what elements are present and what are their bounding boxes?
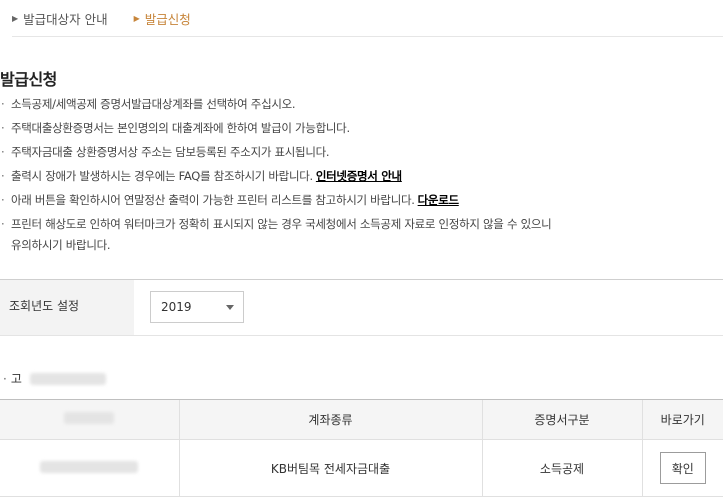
redacted-owner-name — [29, 372, 106, 385]
internet-cert-guide-link[interactable]: 인터넷증명서 안내 — [316, 169, 402, 183]
year-setting-row: 조회년도 설정 2019 — [0, 279, 723, 336]
notice-item: 주택자금대출 상환증명서상 주소는 담보등록된 주소지가 표시됩니다. — [0, 140, 723, 164]
column-header-shortcut: 바로가기 — [641, 399, 723, 440]
column-header-cert-type: 증명서구분 — [481, 399, 642, 440]
triangle-right-icon: ▶ — [133, 13, 140, 23]
owner-prefix: 고 — [10, 372, 22, 386]
bullet-icon: · — [3, 371, 7, 386]
redacted-account-number-cell — [0, 439, 179, 497]
cert-type-cell: 소득공제 — [481, 439, 642, 497]
notice-item: 출력시 장애가 발생하시는 경우에는 FAQ를 참조하시기 바랍니다.인터넷증명… — [0, 164, 723, 188]
notice-item: 소득공제/세액공제 증명서발급대상계좌를 선택하여 주십시오. — [0, 92, 723, 116]
shortcut-cell: 확인 — [641, 439, 723, 497]
notice-list: 소득공제/세액공제 증명서발급대상계좌를 선택하여 주십시오. 주택대출상환증명… — [0, 92, 723, 257]
notice-item-continuation: 유의하시기 바랍니다. — [11, 238, 111, 252]
table-header-row: 계좌종류 증명서구분 바로가기 — [0, 399, 723, 440]
redacted-header — [64, 412, 115, 424]
account-owner: · 고 — [3, 370, 106, 387]
triangle-right-icon: ▶ — [12, 13, 19, 23]
redacted-account-number — [40, 460, 139, 473]
account-table: 계좌종류 증명서구분 바로가기 KB버팀목 전세자금대출 소득공제 확인 — [0, 399, 723, 497]
tab-bar: ▶ 발급대상자 안내 ▶ 발급신청 — [12, 0, 723, 37]
caret-down-icon — [226, 305, 234, 310]
confirm-button[interactable]: 확인 — [659, 452, 706, 484]
column-header-account-type: 계좌종류 — [178, 399, 482, 440]
section-title: 발급신청 — [0, 70, 57, 89]
notice-item: 주택대출상환증명서는 본인명의의 대출계좌에 한하여 발급이 가능합니다. — [0, 116, 723, 140]
account-type-cell: KB버팀목 전세자금대출 — [178, 439, 482, 497]
tab-issue-request[interactable]: ▶ 발급신청 — [134, 9, 191, 28]
tab-eligibility-guide[interactable]: ▶ 발급대상자 안내 — [12, 9, 108, 28]
tab-label: 발급대상자 안내 — [23, 11, 108, 27]
notice-item: 아래 버튼을 확인하시어 연말정산 출력이 가능한 프린터 리스트를 참고하시기… — [0, 188, 723, 212]
tab-label: 발급신청 — [144, 11, 191, 27]
year-select[interactable]: 2019 — [150, 291, 244, 323]
printer-list-download-link[interactable]: 다운로드 — [418, 193, 459, 207]
year-select-value: 2019 — [161, 300, 192, 314]
year-setting-label: 조회년도 설정 — [0, 280, 134, 335]
table-row: KB버팀목 전세자금대출 소득공제 확인 — [0, 439, 723, 497]
column-header-redacted — [0, 399, 179, 440]
